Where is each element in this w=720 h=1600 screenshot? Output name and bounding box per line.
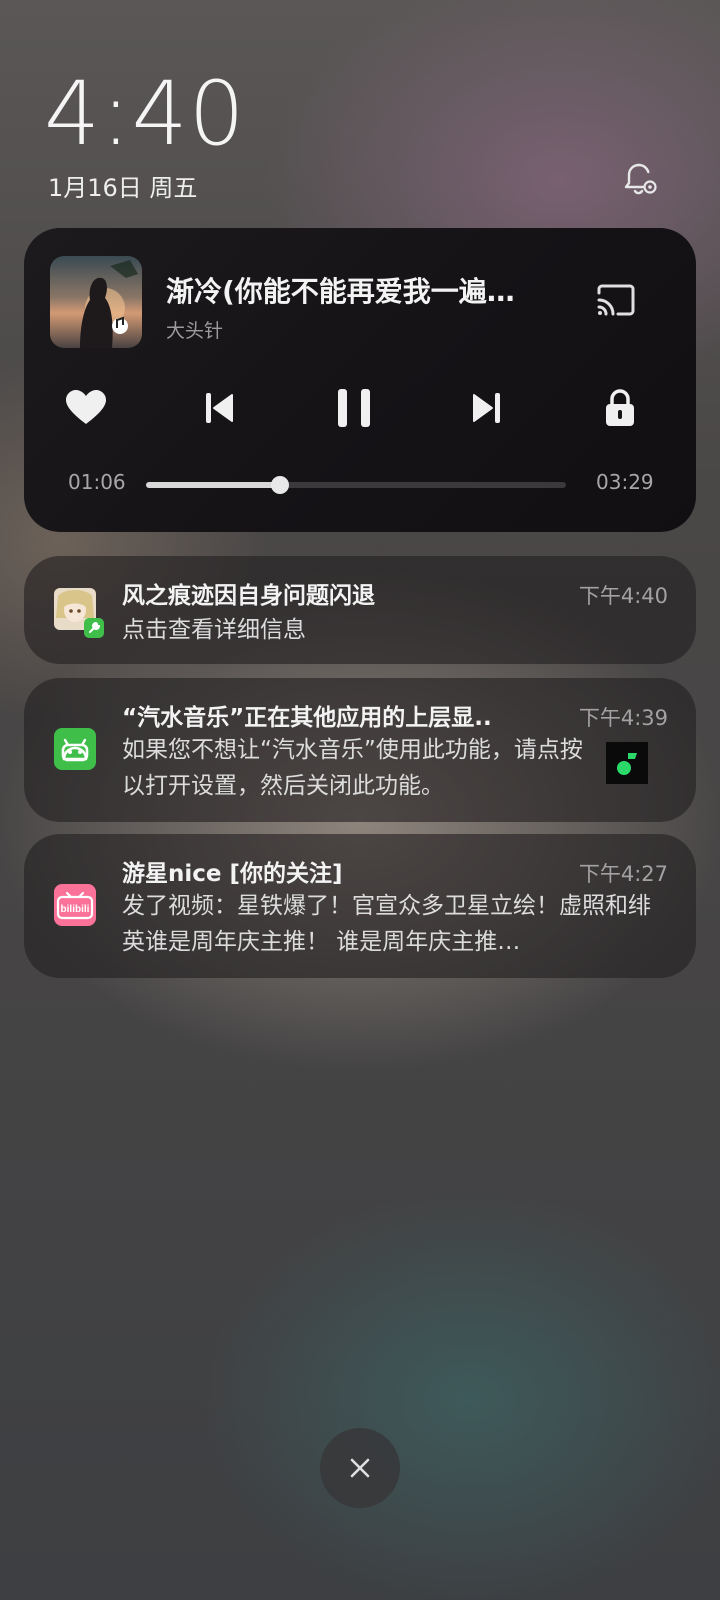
close-icon <box>350 1458 370 1478</box>
next-icon[interactable] <box>458 380 514 436</box>
total-duration: 03:29 <box>596 470 654 494</box>
notification-time: 下午4:40 <box>578 584 668 608</box>
wrench-badge-icon <box>84 618 104 638</box>
notification-overlay-permission[interactable]: “汽水音乐”正在其他应用的上层显.. 下午4:39 如果您不想让“汽水音乐”使用… <box>24 678 696 822</box>
media-player-card[interactable]: 渐冷(你能不能再爱我一遍… 大头针 01:06 03:29 <box>24 228 696 532</box>
notification-body: 如果您不想让“汽水音乐”使用此功能，请点按以打开设置，然后关闭此功能。 <box>122 737 583 799</box>
soda-music-icon <box>606 742 648 784</box>
cast-icon[interactable] <box>592 276 640 324</box>
previous-icon[interactable] <box>192 380 248 436</box>
game-avatar-icon <box>54 588 104 638</box>
heart-icon[interactable] <box>58 380 114 436</box>
seek-bar[interactable] <box>146 476 566 494</box>
notification-body: 发了视频：星铁爆了！官宣众多卫星立绘！虚照和绯英谁是周年庆主推！ 谁是周年庆主推… <box>122 893 651 955</box>
pause-icon[interactable] <box>326 380 382 436</box>
notification-title: 风之痕迹因自身问题闪退 <box>122 583 375 609</box>
notification-crash[interactable]: 风之痕迹因自身问题闪退 下午4:40 点击查看详细信息 <box>24 556 696 664</box>
svg-text:bilibili: bilibili <box>61 904 90 915</box>
elapsed-time: 01:06 <box>68 470 126 494</box>
album-art[interactable] <box>50 256 142 348</box>
notification-bilibili[interactable]: bilibili 游星nice [你的关注] 下午4:27 发了视频：星铁爆了！… <box>24 834 696 978</box>
android-robot-icon <box>54 728 96 770</box>
lockscreen-clock: 4:40 <box>44 62 246 165</box>
song-title: 渐冷(你能不能再爱我一遍… <box>166 275 515 308</box>
notification-time: 下午4:27 <box>578 862 668 886</box>
song-artist: 大头针 <box>166 320 224 342</box>
notification-body: 点击查看详细信息 <box>122 617 306 643</box>
notification-title: 游星nice [你的关注] <box>122 861 343 887</box>
lockscreen-date: 1月16日 周五 <box>48 174 198 202</box>
notification-time: 下午4:39 <box>578 706 668 730</box>
bilibili-icon: bilibili <box>54 884 96 926</box>
seek-thumb[interactable] <box>271 476 290 494</box>
seek-progress <box>146 482 281 488</box>
clear-all-button[interactable] <box>320 1428 400 1508</box>
lock-icon[interactable] <box>592 380 648 436</box>
notification-title: “汽水音乐”正在其他应用的上层显.. <box>122 705 492 731</box>
notification-settings-icon[interactable] <box>620 160 660 200</box>
